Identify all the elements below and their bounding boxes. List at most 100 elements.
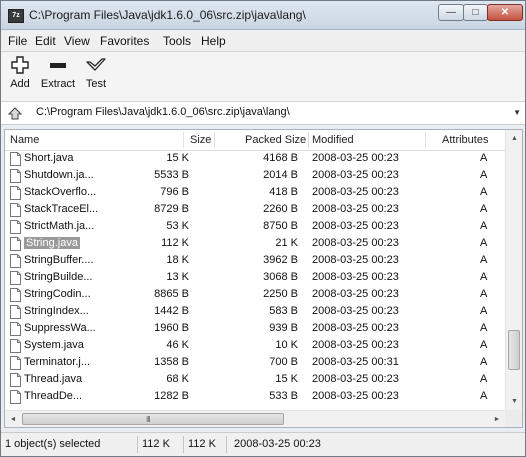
file-name: SuppressWa...: [24, 322, 96, 334]
file-row[interactable]: System.java 46 K 10 K 2008-03-25 00:23 A: [5, 338, 505, 355]
file-row[interactable]: StringIndex... 1442 B 583 B 2008-03-25 00:2…: [5, 304, 505, 321]
file-packed-size: 21 K: [275, 237, 298, 249]
test-label: Test: [85, 78, 107, 90]
list-header: Name Size Packed Size Modified Attribute…: [5, 130, 505, 151]
file-row[interactable]: StringBuffer.... 18 K 3962 B 2008-03-25 00:…: [5, 253, 505, 270]
test-button[interactable]: Test: [81, 55, 111, 99]
plus-icon: [11, 56, 29, 74]
column-name[interactable]: Name: [10, 134, 39, 146]
file-modified: 2008-03-25 00:23: [312, 169, 399, 181]
file-name: StackTraceEl...: [24, 203, 99, 215]
file-row[interactable]: StringCodin... 8865 B 2250 B 2008-03-25 00:…: [5, 287, 505, 304]
file-name: Terminator.j...: [24, 356, 91, 368]
file-icon: [10, 152, 21, 166]
file-name: String.java: [24, 237, 80, 249]
file-row[interactable]: StringBuilde... 13 K 3068 B 2008-03-25 00:2…: [5, 270, 505, 287]
file-packed-size: 939 B: [269, 322, 298, 334]
file-modified: 2008-03-25 00:23: [312, 339, 399, 351]
scroll-right-arrow-icon[interactable]: ►: [489, 411, 505, 427]
horizontal-scrollbar[interactable]: ◄ III ►: [5, 410, 505, 427]
column-attributes[interactable]: Attributes: [442, 134, 488, 146]
minimize-button[interactable]: —: [438, 4, 464, 21]
chevron-down-icon[interactable]: ▼: [513, 108, 521, 117]
scroll-up-arrow-icon[interactable]: ▲: [506, 130, 522, 147]
column-divider[interactable]: [183, 132, 184, 148]
file-row[interactable]: Terminator.j... 1358 B 700 B 2008-03-25 00:…: [5, 355, 505, 372]
folder-up-icon[interactable]: [7, 105, 23, 121]
file-modified: 2008-03-25 00:23: [312, 288, 399, 300]
file-size: 5533 B: [154, 169, 189, 181]
app-window: 7z C:\Program Files\Java\jdk1.6.0_06\src…: [0, 0, 526, 457]
file-attributes: A: [480, 271, 488, 283]
horizontal-scroll-thumb[interactable]: III: [22, 413, 284, 425]
status-divider: [226, 436, 227, 453]
file-packed-size: 3068 B: [263, 271, 298, 283]
file-packed-size: 8750 B: [263, 220, 298, 232]
file-modified: 2008-03-25 00:23: [312, 271, 399, 283]
column-modified[interactable]: Modified: [312, 134, 354, 146]
file-row[interactable]: Thread.java 68 K 15 K 2008-03-25 00:23 A: [5, 372, 505, 389]
file-packed-size: 533 B: [269, 390, 298, 402]
extract-button[interactable]: Extract: [37, 55, 79, 99]
scroll-down-arrow-icon[interactable]: ▼: [506, 393, 522, 410]
file-size: 8865 B: [154, 288, 189, 300]
file-attributes: A: [480, 186, 488, 198]
menu-view[interactable]: View: [64, 34, 90, 48]
file-size: 13 K: [166, 271, 189, 283]
file-name: StringBuilde...: [24, 271, 93, 283]
file-icon: [10, 339, 21, 353]
file-size: 18 K: [166, 254, 189, 266]
address-path[interactable]: C:\Program Files\Java\jdk1.6.0_06\src.zi…: [36, 106, 290, 118]
menu-file[interactable]: File: [8, 34, 27, 48]
file-packed-size: 2014 B: [263, 169, 298, 181]
file-name: StrictMath.ja...: [24, 220, 95, 232]
file-icon: [10, 390, 21, 404]
file-row[interactable]: String.java 112 K 21 K 2008-03-25 00:23 A: [5, 236, 505, 253]
file-icon: [10, 237, 21, 251]
vertical-scroll-thumb[interactable]: [508, 330, 520, 370]
address-bar[interactable]: C:\Program Files\Java\jdk1.6.0_06\src.zi…: [1, 102, 525, 125]
close-button[interactable]: ✕: [487, 4, 523, 21]
status-selected-count: 1 object(s) selected: [5, 438, 101, 450]
file-row[interactable]: StackOverflo... 796 B 418 B 2008-03-25 00:2…: [5, 185, 505, 202]
column-packed-size[interactable]: Packed Size: [245, 134, 306, 146]
file-size: 1358 B: [154, 356, 189, 368]
status-modified: 2008-03-25 00:23: [234, 438, 321, 450]
column-size[interactable]: Size: [190, 134, 211, 146]
file-name: StackOverflo...: [24, 186, 97, 198]
file-row[interactable]: SuppressWa... 1960 B 939 B 2008-03-25 00:23…: [5, 321, 505, 338]
file-row[interactable]: StrictMath.ja... 53 K 8750 B 2008-03-25 00:…: [5, 219, 505, 236]
title-bar[interactable]: 7z C:\Program Files\Java\jdk1.6.0_06\src…: [1, 1, 525, 30]
add-button[interactable]: Add: [5, 55, 35, 99]
file-name: StringIndex...: [24, 305, 89, 317]
file-modified: 2008-03-25 00:23: [312, 237, 399, 249]
file-size: 53 K: [166, 220, 189, 232]
file-row[interactable]: Shutdown.ja... 5533 B 2014 B 2008-03-25 00:…: [5, 168, 505, 185]
checkmark-icon: [86, 58, 106, 71]
status-size: 112 K: [142, 438, 170, 450]
vertical-scrollbar[interactable]: ▲ ▼: [505, 130, 522, 410]
file-row[interactable]: StackTraceEl... 8729 B 2260 B 2008-03-25 00…: [5, 202, 505, 219]
file-row[interactable]: Short.java 15 K 4168 B 2008-03-25 00:23 A: [5, 151, 505, 168]
file-attributes: A: [480, 203, 488, 215]
file-icon: [10, 220, 21, 234]
file-attributes: A: [480, 322, 488, 334]
menu-help[interactable]: Help: [201, 34, 226, 48]
menu-edit[interactable]: Edit: [35, 34, 56, 48]
file-attributes: A: [480, 169, 488, 181]
file-row[interactable]: ThreadDe... 1282 B 533 B 2008-03-25 00:23 A: [5, 389, 505, 406]
scroll-grip: III: [146, 415, 151, 424]
file-name: StringCodin...: [24, 288, 91, 300]
file-modified: 2008-03-25 00:23: [312, 254, 399, 266]
menu-favorites[interactable]: Favorites: [100, 34, 149, 48]
file-size: 1960 B: [154, 322, 189, 334]
column-divider[interactable]: [425, 132, 426, 148]
scroll-left-arrow-icon[interactable]: ◄: [5, 411, 21, 427]
maximize-button[interactable]: □: [463, 4, 488, 21]
column-divider[interactable]: [214, 132, 215, 148]
menu-tools[interactable]: Tools: [163, 34, 191, 48]
file-modified: 2008-03-25 00:23: [312, 305, 399, 317]
column-divider[interactable]: [308, 132, 309, 148]
file-attributes: A: [480, 237, 488, 249]
file-modified: 2008-03-25 00:23: [312, 152, 399, 164]
